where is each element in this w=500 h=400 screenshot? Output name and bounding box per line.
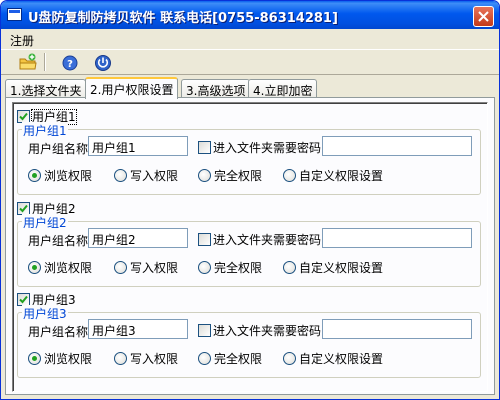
group-2-radio-full[interactable]: 完全权限 [198, 259, 262, 276]
group-3-name-input[interactable]: 用户组3 [88, 319, 188, 339]
group-3-radio-custom[interactable]: 自定义权限设置 [283, 350, 383, 367]
window-title: U盘防复制防拷贝软件 联系电话[0755-86314281] [28, 11, 338, 26]
group-3-legend: 用户组3 [22, 305, 68, 322]
help-icon: ? [62, 55, 78, 71]
group-2-radio-custom[interactable]: 自定义权限设置 [283, 259, 383, 276]
group-3-fieldset: 用户组3 用户组名称 用户组3 进入文件夹需要密码 浏览权限 写入权限 完全权限… [17, 305, 481, 378]
group-1-radio-browse[interactable]: 浏览权限 [28, 167, 92, 184]
power-icon [95, 55, 111, 71]
group-1-password-label: 进入文件夹需要密码 [213, 141, 322, 155]
group-3-password-label: 进入文件夹需要密码 [213, 324, 322, 338]
app-window: U盘防复制防拷贝软件 联系电话[0755-86314281] 注册 ? 1.选择… [0, 0, 500, 400]
permissions-panel: 用户组1 用户组1 用户组名称 用户组1 进入文件夹需要密码 浏览权限 写入权限… [12, 102, 488, 392]
tab-user-permissions[interactable]: 2.用户权限设置 [85, 77, 179, 99]
app-window-icon [7, 8, 22, 21]
add-folder-icon [19, 53, 37, 70]
group-1-name-label: 用户组名称 [28, 142, 89, 156]
group-3-name-label: 用户组名称 [28, 325, 89, 339]
tab-select-folder[interactable]: 1.选择文件夹 [5, 79, 87, 98]
group-1-radio-full[interactable]: 完全权限 [198, 167, 262, 184]
group-2-name-label: 用户组名称 [28, 234, 89, 248]
group-2-fieldset: 用户组2 用户组名称 用户组2 进入文件夹需要密码 浏览权限 写入权限 完全权限… [17, 214, 481, 287]
group-3-radio-write[interactable]: 写入权限 [114, 350, 178, 367]
group-1-name-input[interactable]: 用户组1 [88, 136, 188, 156]
group-1-password-input[interactable] [322, 136, 472, 156]
add-folder-button[interactable] [17, 52, 39, 73]
group-2-radio-browse[interactable]: 浏览权限 [28, 259, 92, 276]
group-2-legend: 用户组2 [22, 214, 68, 231]
group-3-password-input[interactable] [322, 319, 472, 339]
title-bar[interactable]: U盘防复制防拷贝软件 联系电话[0755-86314281] [1, 1, 499, 29]
menu-register[interactable]: 注册 [8, 31, 36, 50]
tab-panel: 用户组1 用户组1 用户组名称 用户组1 进入文件夹需要密码 浏览权限 写入权限… [5, 97, 495, 395]
checkmark-icon [19, 204, 28, 213]
group-2-password-label: 进入文件夹需要密码 [213, 233, 322, 247]
group-1-radio-write[interactable]: 写入权限 [114, 167, 178, 184]
group-1-password-checkbox-row[interactable]: 进入文件夹需要密码 [198, 139, 321, 156]
checkmark-icon [19, 112, 28, 121]
group-2-password-checkbox[interactable] [198, 233, 211, 246]
power-button[interactable] [92, 52, 114, 73]
group-2-name-input[interactable]: 用户组2 [88, 228, 188, 248]
group-1-radio-custom[interactable]: 自定义权限设置 [283, 167, 383, 184]
group-1-legend: 用户组1 [22, 122, 68, 139]
checkmark-icon [19, 295, 28, 304]
menu-bar: 注册 [1, 29, 499, 49]
help-button[interactable]: ? [59, 52, 81, 73]
group-3-radio-full[interactable]: 完全权限 [198, 350, 262, 367]
group-2-password-input[interactable] [322, 228, 472, 248]
group-3-password-checkbox-row[interactable]: 进入文件夹需要密码 [198, 322, 321, 339]
group-2-radio-write[interactable]: 写入权限 [114, 259, 178, 276]
close-icon [478, 11, 489, 22]
group-1-password-checkbox[interactable] [198, 141, 211, 154]
tab-encrypt-now[interactable]: 4.立即加密 [248, 79, 318, 98]
svg-text:?: ? [67, 59, 73, 70]
toolbar: ? [1, 49, 499, 75]
group-1-fieldset: 用户组1 用户组名称 用户组1 进入文件夹需要密码 浏览权限 写入权限 完全权限… [17, 122, 481, 195]
close-button[interactable] [473, 6, 494, 27]
group-2-password-checkbox-row[interactable]: 进入文件夹需要密码 [198, 231, 321, 248]
group-3-password-checkbox[interactable] [198, 324, 211, 337]
toolbar-separator [44, 53, 46, 71]
tab-advanced-options[interactable]: 3.高级选项 [181, 79, 251, 98]
group-3-radio-browse[interactable]: 浏览权限 [28, 350, 92, 367]
